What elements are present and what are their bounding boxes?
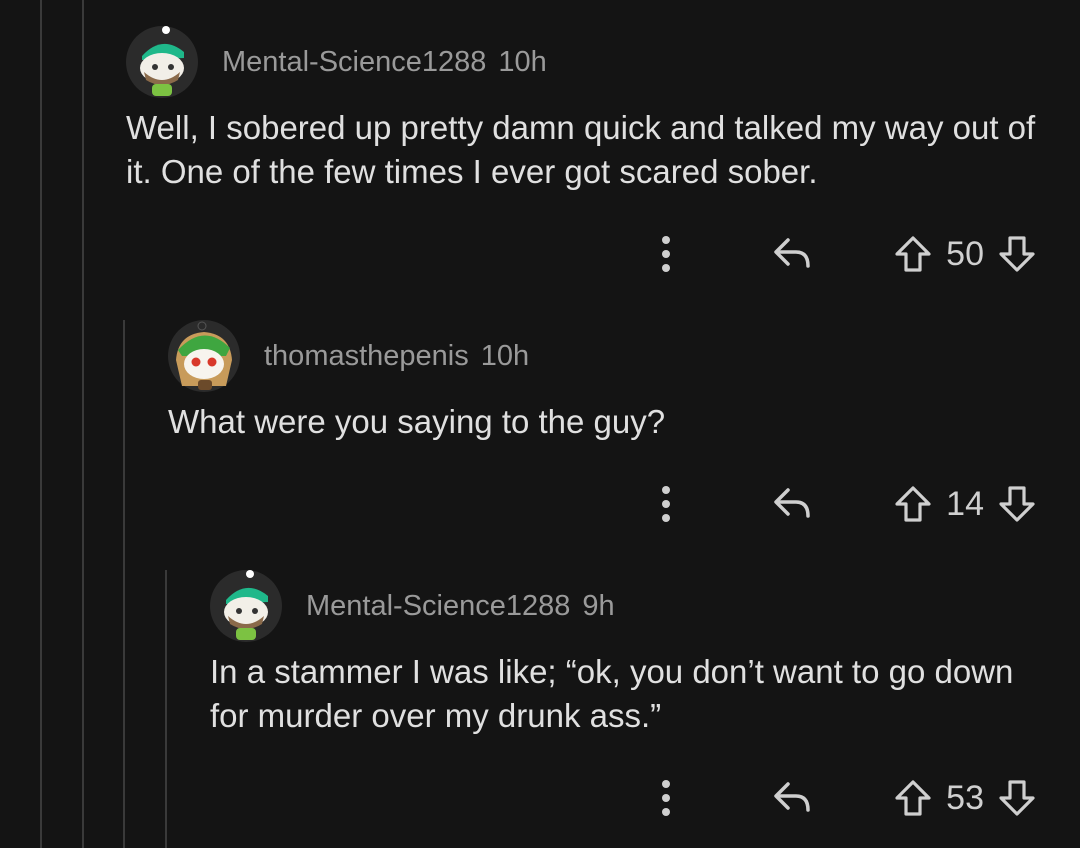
snoo-green-cap-icon[interactable]: [210, 570, 282, 642]
comment-timestamp: 10h: [498, 45, 547, 78]
comment: Mental-Science1288 10h Well, I sobered u…: [126, 26, 1036, 284]
comment-timestamp: 9h: [582, 589, 615, 622]
comment-timestamp: 10h: [480, 339, 530, 372]
reply-arrow-icon[interactable]: [772, 780, 812, 816]
downvote-arrow-icon[interactable]: [998, 235, 1036, 273]
comment-username[interactable]: Mental-Science1288: [306, 590, 570, 623]
comment-actions: 50: [126, 224, 1036, 284]
comment-body: What were you saying to the guy?: [168, 403, 666, 440]
thread-line-level-0[interactable]: [40, 0, 42, 848]
upvote-arrow-icon[interactable]: [894, 485, 932, 523]
thread-line-level-1[interactable]: [82, 0, 84, 848]
vote-score: 53: [946, 778, 984, 817]
vote-score: 14: [946, 484, 984, 523]
comment-body: Well, I sobered up pretty damn quick and…: [126, 109, 1045, 190]
comment: Mental-Science1288 9h In a stammer I was…: [210, 570, 1036, 828]
thread-line-level-3[interactable]: [165, 570, 167, 848]
comment-username[interactable]: Mental-Science1288: [222, 46, 486, 79]
upvote-arrow-icon[interactable]: [894, 235, 932, 273]
upvote-arrow-icon[interactable]: [894, 779, 932, 817]
reply-arrow-icon[interactable]: [772, 486, 812, 522]
comment-actions: 14: [168, 474, 1036, 534]
vertical-dots-icon[interactable]: [654, 234, 678, 274]
downvote-arrow-icon[interactable]: [998, 779, 1036, 817]
comment: thomasthepenis 10h What were you saying …: [168, 320, 1036, 534]
downvote-arrow-icon[interactable]: [998, 485, 1036, 523]
vertical-dots-icon[interactable]: [654, 484, 678, 524]
comment-header: Mental-Science1288 9h: [210, 570, 1036, 642]
comment-body: In a stammer I was like; “ok, you don’t …: [210, 653, 1023, 734]
comment-actions: 53: [210, 768, 1036, 828]
comment-header: thomasthepenis 10h: [168, 320, 1036, 392]
vote-score: 50: [946, 234, 984, 273]
thread-line-level-2[interactable]: [123, 320, 125, 848]
snoo-green-cap-icon[interactable]: [126, 26, 198, 98]
reply-arrow-icon[interactable]: [772, 236, 812, 272]
snoo-frog-hood-icon[interactable]: [168, 320, 240, 392]
comment-header: Mental-Science1288 10h: [126, 26, 1036, 98]
comment-username[interactable]: thomasthepenis: [264, 340, 469, 373]
vertical-dots-icon[interactable]: [654, 778, 678, 818]
